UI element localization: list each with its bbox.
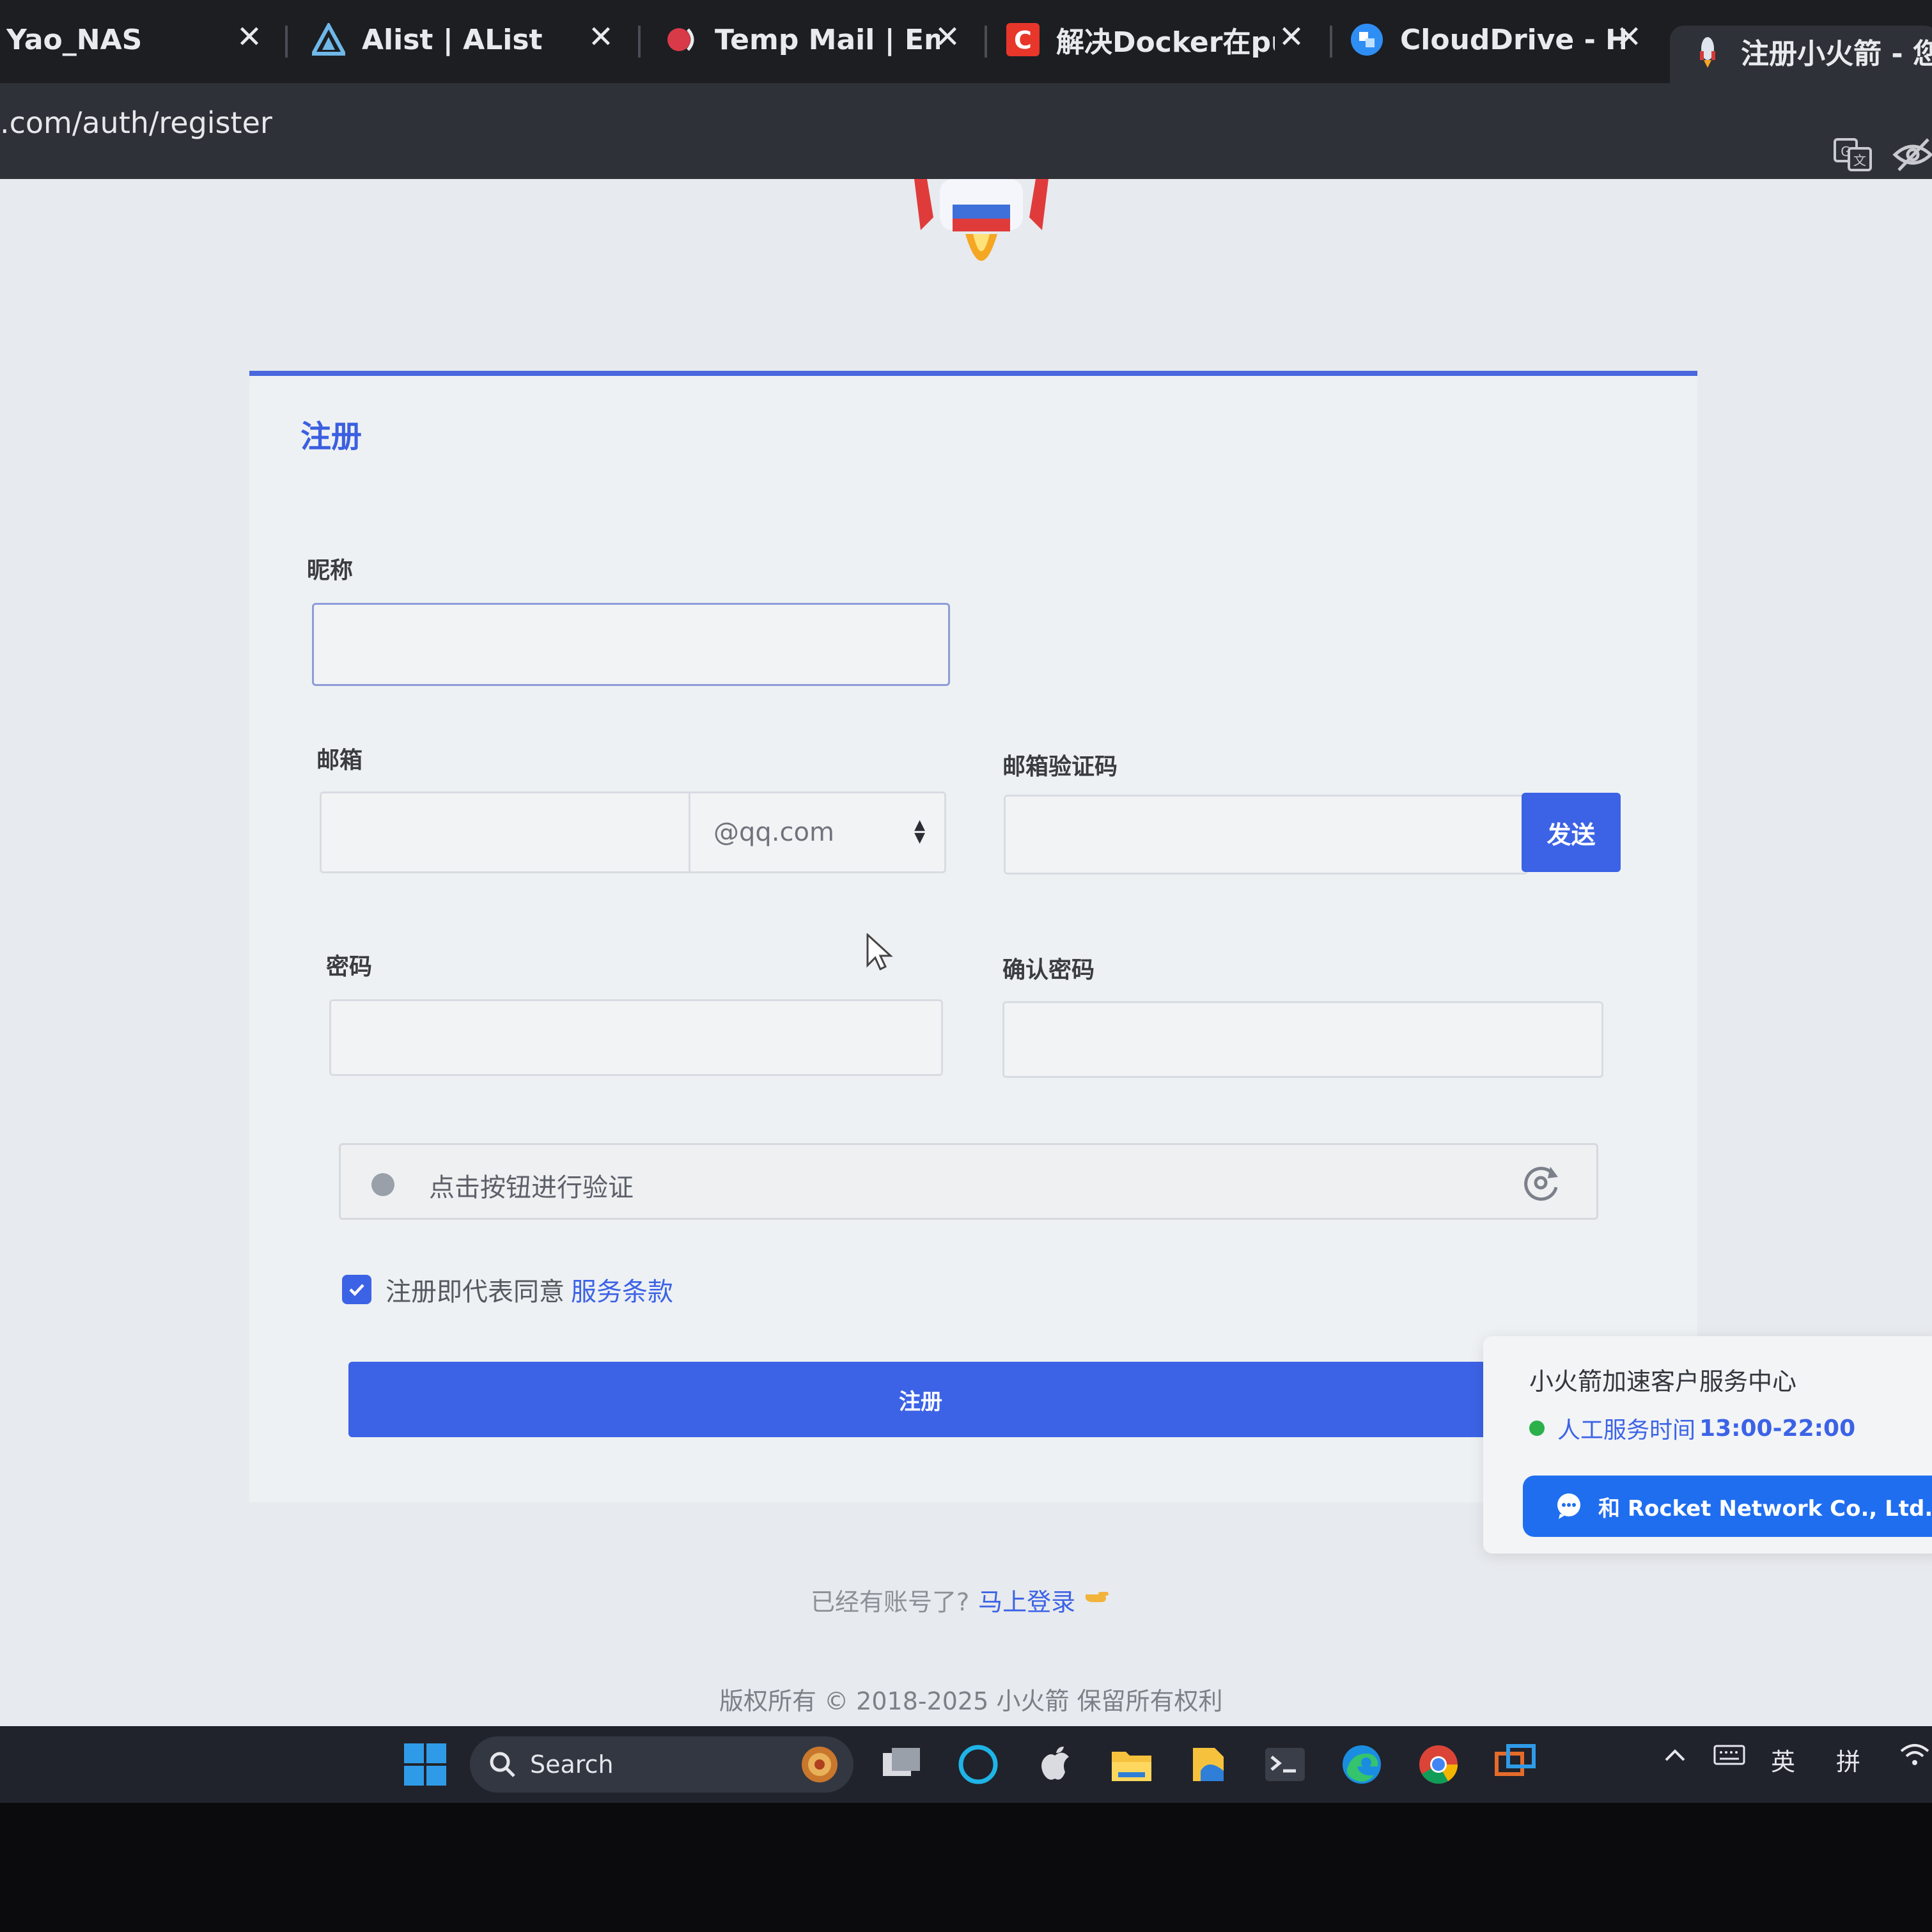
page-title: 注册 [300,419,362,455]
tab-separator [285,26,288,58]
support-hours: 人工服务时间 13:00-22:00 [1529,1412,1855,1445]
chrome-icon[interactable] [1416,1742,1461,1787]
taskbar-search[interactable]: Search [470,1736,853,1793]
support-hours-label: 人工服务时间 [1557,1417,1696,1444]
select-arrows-icon: ▲ ▼ [914,817,925,846]
rocket-logo [914,179,1048,294]
ime-language-indicator[interactable]: 英 [1771,1742,1795,1777]
address-bar [0,83,1932,179]
support-title: 小火箭加速客户服务中心 [1529,1367,1797,1396]
windows-start-icon[interactable] [403,1742,448,1787]
alist-icon [312,23,345,56]
eye-off-icon[interactable] [1892,134,1932,175]
translate-icon[interactable]: G文 [1832,134,1873,175]
tab-label: CloudDrive - Hom [1400,23,1625,56]
captcha-refresh-icon[interactable] [1521,1163,1561,1203]
page-content: 注册 昵称 邮箱 @qq.com ▲ ▼ 邮箱验证码 发送 密码 确认密码 点击按… [0,179,1932,1726]
tab-close-button[interactable]: ✕ [224,12,275,63]
keyboard-icon[interactable] [1713,1742,1745,1773]
nickname-input[interactable] [312,603,950,686]
tab-label: Yao_NAS [6,23,143,56]
tab-close-button[interactable]: ✕ [922,12,973,63]
agree-text: 注册即代表同意 [386,1277,565,1307]
chat-button[interactable]: 和 Rocket Network Co., Ltd. 聊天 [1523,1476,1932,1537]
tab-close-button[interactable]: ✕ [575,12,627,63]
password-label: 密码 [326,954,373,980]
monitor-bezel [0,1803,1932,1932]
copyright-text: 版权所有 © 2018-2025 小火箭 保留所有权利 [719,1687,1223,1715]
agree-checkbox[interactable] [342,1275,371,1304]
nickname-label: 昵称 [307,557,354,584]
clouddrive-icon [1350,23,1383,56]
rocket-icon [1691,35,1724,68]
email-label: 邮箱 [316,747,363,774]
remote-desktop-icon[interactable] [1493,1742,1538,1787]
captcha-verify-button[interactable]: 点击按钮进行验证 [339,1143,1598,1220]
search-icon [490,1752,515,1777]
tab-separator [985,26,987,58]
wifi-icon[interactable] [1899,1742,1931,1773]
have-account-text: 已经有账号了? [811,1588,970,1616]
send-code-button[interactable]: 发送 [1522,793,1621,872]
tab-alist[interactable]: Alist | AList [312,8,580,72]
register-card: 注册 昵称 邮箱 @qq.com ▲ ▼ 邮箱验证码 发送 密码 确认密码 点击按… [249,371,1697,1502]
confirm-password-input[interactable] [1002,1001,1603,1078]
edge-icon[interactable] [1339,1742,1384,1787]
temp-mail-icon [665,23,698,56]
password-input[interactable] [329,999,943,1076]
file-explorer-icon[interactable] [1109,1742,1154,1787]
tab-close-button[interactable]: ✕ [1603,12,1655,63]
apple-icon[interactable] [1032,1742,1077,1787]
svg-text:C: C [1014,26,1032,54]
captcha-status-dot [371,1173,394,1196]
tab-csdn-docker[interactable]: C 解决Docker在pull [1006,8,1275,72]
cortana-icon[interactable] [956,1742,1001,1787]
chat-button-label: 和 Rocket Network Co., Ltd. 聊天 [1598,1495,1932,1522]
tab-separator [638,26,641,58]
tray-chevron-up-icon[interactable] [1662,1742,1688,1773]
search-label: Search [530,1750,614,1779]
tab-label: 注册小火箭 - 您身 [1741,38,1932,70]
tab-label: 解决Docker在pull [1056,26,1275,59]
mouse-cursor-icon [866,932,893,972]
online-status-dot [1529,1421,1545,1436]
svg-text:文: 文 [1853,153,1866,168]
confirm-password-label: 确认密码 [1002,957,1095,983]
captcha-label: 点击按钮进行验证 [429,1173,634,1203]
tab-temp-mail[interactable]: Temp Mail | Email [665,8,940,72]
login-prompt: 已经有账号了? 马上登录 [811,1582,1110,1617]
tab-label: Alist | AList [362,23,543,56]
sticky-app-icon[interactable] [1186,1742,1231,1787]
tab-clouddrive[interactable]: CloudDrive - Hom [1350,8,1625,72]
chat-bubble-icon [1557,1493,1580,1519]
terms-link[interactable]: 服务条款 [571,1271,673,1308]
url-field[interactable]: .com/auth/register [0,105,272,140]
register-button[interactable]: 注册 [348,1362,1493,1437]
tab-label: Temp Mail | Email [715,23,940,56]
email-input[interactable]: @qq.com ▲ ▼ [320,791,946,873]
tab-close-button[interactable]: ✕ [1266,12,1317,63]
terminal-icon[interactable] [1263,1742,1307,1787]
tab-rocket-register[interactable]: 注册小火箭 - 您身 [1691,19,1932,83]
task-view-icon[interactable] [879,1742,924,1787]
terms-agreement: 注册即代表同意 服务条款 [342,1271,673,1308]
support-hours-value: 13:00-22:00 [1699,1415,1856,1442]
login-link[interactable]: 马上登录 [978,1582,1075,1617]
search-highlight-icon [802,1747,837,1782]
email-domain-select[interactable]: @qq.com ▲ ▼ [689,793,944,871]
csdn-icon: C [1006,23,1040,56]
pointing-hand-icon [1084,1585,1110,1614]
ime-mode-indicator[interactable]: 拼 [1836,1742,1860,1777]
email-domain-value: @qq.com [713,818,834,847]
tab-separator [1330,26,1332,58]
tab-yao-nas[interactable]: Yao_NAS [6,8,217,72]
email-code-label: 邮箱验证码 [1002,754,1118,780]
email-code-input[interactable] [1004,795,1528,875]
svg-text:G: G [1841,144,1851,159]
support-widget: 小火箭加速客户服务中心 人工服务时间 13:00-22:00 和 Rocket … [1483,1336,1932,1554]
